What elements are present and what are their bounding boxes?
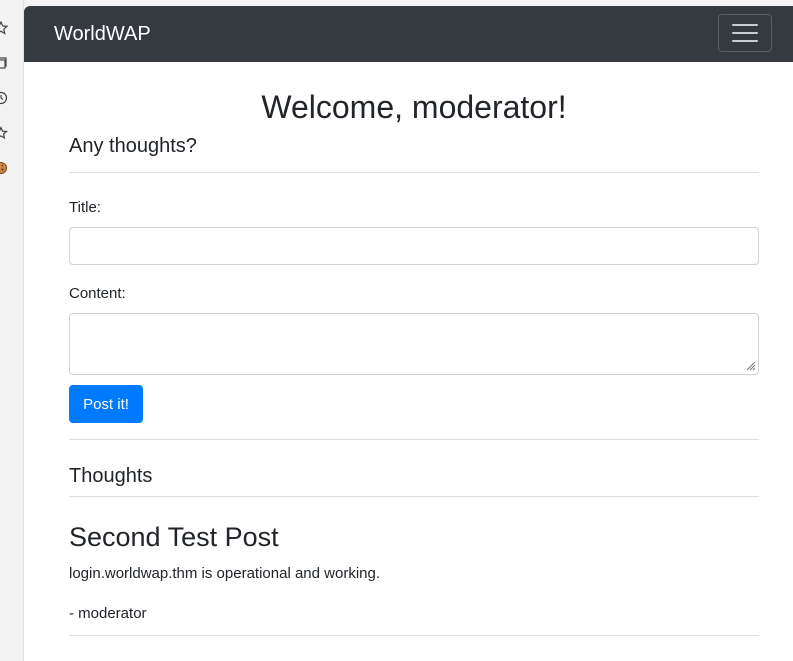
- cookie-icon[interactable]: [0, 161, 8, 175]
- hamburger-icon-bar: [732, 32, 758, 34]
- history-icon[interactable]: [0, 91, 8, 105]
- page-content: WorldWAP Welcome, moderator! Any thought…: [24, 6, 793, 661]
- divider: [69, 172, 759, 173]
- hamburger-icon: [732, 24, 758, 26]
- star-icon[interactable]: [0, 21, 8, 35]
- resize-grip-icon[interactable]: [744, 359, 756, 371]
- compose-heading: Any thoughts?: [69, 135, 197, 157]
- content-label: Content:: [69, 285, 126, 302]
- divider: [69, 496, 759, 497]
- browser-sidebar: [0, 0, 24, 661]
- hamburger-icon-bar: [732, 40, 758, 42]
- post-title: Second Test Post: [69, 522, 279, 552]
- collections-icon[interactable]: [0, 56, 8, 70]
- favorites-icon[interactable]: [0, 126, 8, 140]
- post-author: - moderator: [69, 605, 147, 622]
- post-submit-button[interactable]: Post it!: [69, 385, 143, 423]
- navbar: WorldWAP: [24, 6, 793, 62]
- divider: [69, 439, 759, 440]
- navbar-brand[interactable]: WorldWAP: [54, 22, 151, 46]
- divider: [69, 635, 759, 636]
- title-input[interactable]: [69, 227, 759, 265]
- navbar-toggle-button[interactable]: [718, 14, 772, 52]
- post-content: login.worldwap.thm is operational and wo…: [69, 565, 381, 582]
- thoughts-heading: Thoughts: [69, 465, 153, 487]
- page-title: Welcome, moderator!: [261, 89, 567, 125]
- browser-window: WorldWAP Welcome, moderator! Any thought…: [0, 0, 793, 661]
- content-textarea[interactable]: [69, 313, 759, 375]
- title-label: Title:: [69, 199, 101, 216]
